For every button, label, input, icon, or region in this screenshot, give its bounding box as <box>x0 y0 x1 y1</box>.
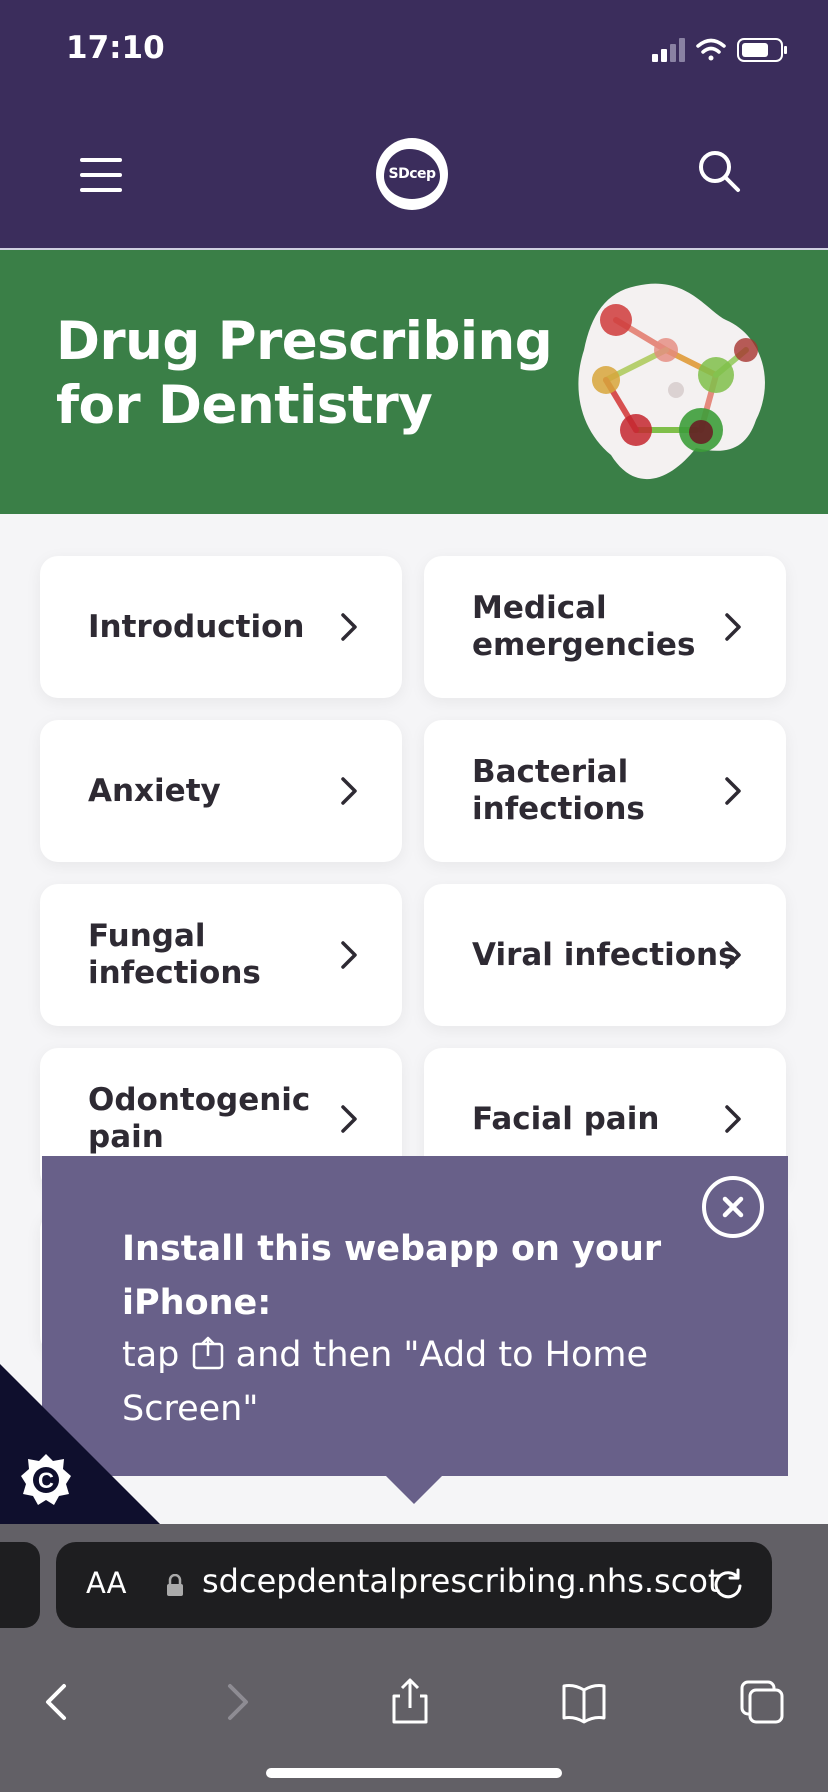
reader-aa-button[interactable]: AA <box>86 1566 126 1600</box>
back-icon[interactable] <box>34 1678 82 1726</box>
reload-icon[interactable] <box>710 1566 746 1602</box>
hero-banner: Drug Prescribing for Dentistry <box>0 250 828 514</box>
card-fungal-infections[interactable]: Fungal infections <box>40 884 402 1026</box>
chevron-right-icon <box>725 1105 741 1133</box>
address-bar[interactable]: AA sdcepdentalprescribing.nhs.scot <box>56 1542 772 1628</box>
card-medical-emergencies[interactable]: Medical emergencies <box>424 556 786 698</box>
card-viral-infections[interactable]: Viral infections <box>424 884 786 1026</box>
cookie-settings-badge[interactable]: C <box>0 1364 160 1524</box>
share-icon <box>192 1336 223 1370</box>
browser-chrome: AA sdcepdentalprescribing.nhs.scot <box>0 1524 828 1792</box>
previous-tab-peek[interactable] <box>0 1542 40 1628</box>
card-introduction[interactable]: Introduction <box>40 556 402 698</box>
card-anxiety[interactable]: Anxiety <box>40 720 402 862</box>
sdcep-logo[interactable]: SDcep <box>376 138 448 210</box>
battery-icon <box>737 38 787 62</box>
browser-toolbar <box>0 1654 828 1754</box>
popup-pointer <box>384 1474 444 1504</box>
bookmarks-icon[interactable] <box>560 1678 608 1726</box>
cookie-letter: C <box>38 1468 54 1493</box>
chevron-right-icon <box>725 777 741 805</box>
logo-text: SDcep <box>384 149 440 199</box>
wifi-icon <box>696 38 726 61</box>
card-bacterial-infections[interactable]: Bacterial infections <box>424 720 786 862</box>
close-button[interactable] <box>702 1176 764 1238</box>
popup-instructions: tap and then "Add to Home Screen" <box>122 1328 722 1436</box>
home-indicator <box>266 1768 562 1778</box>
status-bar: 17:10 <box>0 0 828 96</box>
search-icon[interactable] <box>696 148 742 194</box>
status-time: 17:10 <box>66 30 165 66</box>
lock-icon <box>167 1574 183 1596</box>
site-header: SDcep <box>0 96 828 250</box>
chevron-right-icon <box>725 613 741 641</box>
status-icons <box>652 38 787 62</box>
popup-title: Install this webapp on your iPhone: <box>122 1229 662 1323</box>
card-label: Anxiety <box>88 772 221 809</box>
tabs-icon[interactable] <box>738 1678 786 1726</box>
signal-icon <box>652 38 685 62</box>
molecule-illustration <box>578 283 765 480</box>
share-icon[interactable] <box>386 1678 434 1726</box>
card-label: Introduction <box>88 608 305 645</box>
chevron-right-icon <box>725 941 741 969</box>
page-title: Drug Prescribing for Dentistry <box>56 311 553 436</box>
forward-icon[interactable] <box>212 1678 260 1726</box>
card-label: Viral infections <box>472 936 737 973</box>
card-label: Fungal infections <box>88 918 261 991</box>
card-label: Medical emergencies <box>472 590 696 663</box>
hamburger-menu-icon[interactable] <box>80 158 122 192</box>
chevron-right-icon <box>341 777 357 805</box>
card-label: Bacterial infections <box>472 754 645 827</box>
chevron-right-icon <box>341 941 357 969</box>
chevron-right-icon <box>341 1105 357 1133</box>
chevron-right-icon <box>341 613 357 641</box>
close-icon <box>722 1196 744 1218</box>
url-text[interactable]: sdcepdentalprescribing.nhs.scot <box>202 1562 720 1600</box>
